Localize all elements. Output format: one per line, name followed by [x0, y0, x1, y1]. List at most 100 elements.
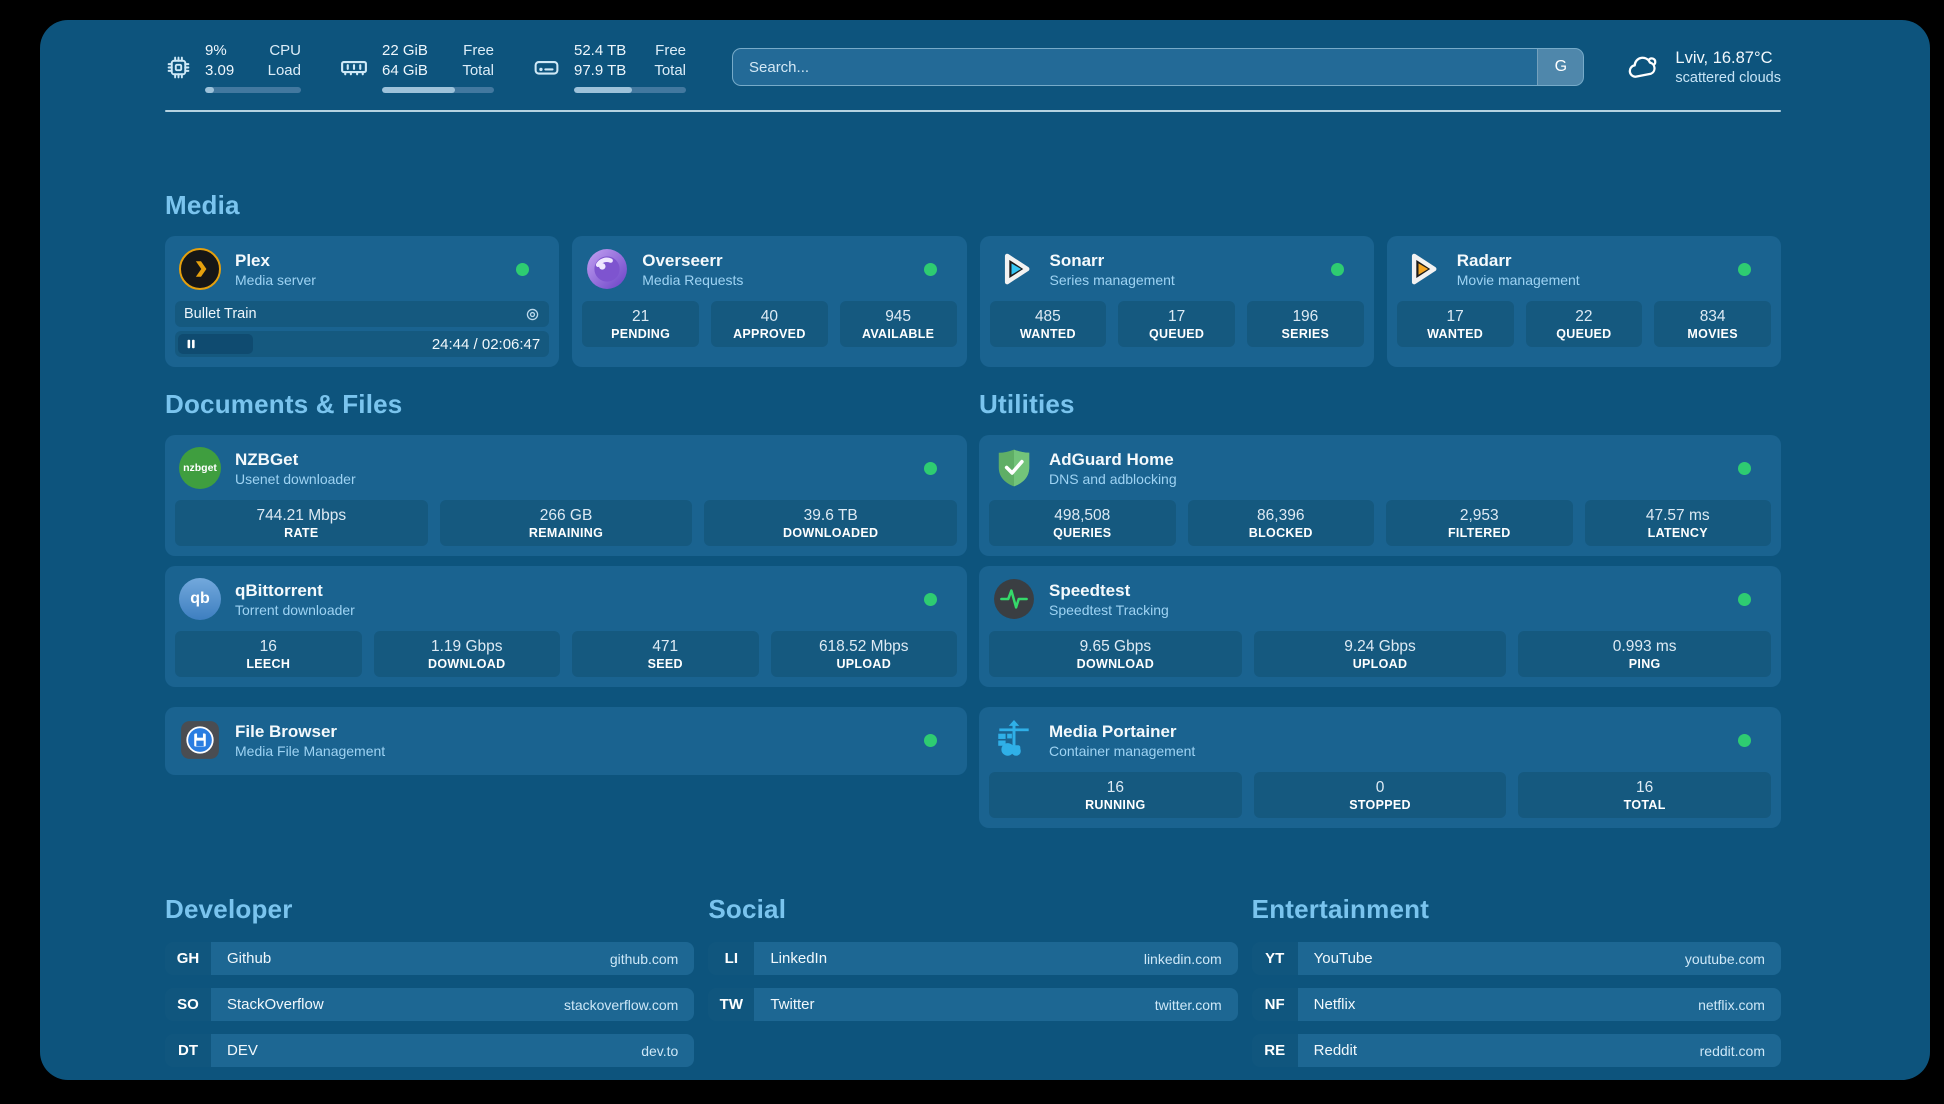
playback-progress-row[interactable]: 24:44 / 02:06:47	[175, 331, 549, 357]
stat-value: 2,953	[1460, 507, 1499, 525]
stat-value: 618.52 Mbps	[819, 638, 909, 656]
stat-tile: 0 STOPPED	[1254, 772, 1507, 818]
stat-tile: 618.52 Mbps UPLOAD	[771, 631, 958, 677]
bookmark-name: Reddit	[1314, 1042, 1357, 1059]
stat-value: 0	[1376, 779, 1385, 797]
stat-value: 196	[1292, 308, 1318, 326]
app-name: Radarr	[1457, 250, 1580, 271]
stat-tile: 17 WANTED	[1397, 301, 1514, 347]
stat-tile: 744.21 Mbps RATE	[175, 500, 428, 546]
cpu-load-value: 3.09	[205, 61, 234, 81]
stat-value: 266 GB	[540, 507, 593, 525]
bookmark-group-entertainment: Entertainment YT YouTube youtube.com NF …	[1252, 894, 1781, 1067]
bookmark-reddit[interactable]: RE Reddit reddit.com	[1252, 1034, 1781, 1067]
app-name: File Browser	[235, 721, 385, 742]
stat-value: 945	[885, 308, 911, 326]
stat-value: 21	[632, 308, 649, 326]
stat-value: 22	[1575, 308, 1592, 326]
stat-tile: 834 MOVIES	[1654, 301, 1771, 347]
bookmark-abbr: LI	[708, 942, 754, 975]
stat-tile: 485 WANTED	[990, 301, 1107, 347]
gear-icon[interactable]	[525, 307, 540, 322]
stat-label: QUEUED	[1556, 327, 1611, 341]
disk-progress-bar	[574, 87, 686, 93]
stat-label: RATE	[284, 526, 318, 540]
app-subtitle: Speedtest Tracking	[1049, 602, 1169, 618]
dashboard-page: 9% 3.09 CPU Load	[40, 20, 1930, 1080]
stat-value: 17	[1168, 308, 1185, 326]
app-subtitle: Media File Management	[235, 743, 385, 759]
bookmark-name: YouTube	[1314, 950, 1373, 967]
app-card-plex[interactable]: Plex Media server Bullet Train	[165, 236, 559, 367]
app-card-adguard[interactable]: AdGuard Home DNS and adblocking 498,508 …	[979, 435, 1781, 556]
stat-label: QUERIES	[1053, 526, 1111, 540]
pause-icon[interactable]	[185, 338, 197, 350]
cpu-label: CPU	[268, 41, 301, 61]
app-subtitle: Media server	[235, 272, 316, 288]
status-dot	[1738, 593, 1751, 606]
stat-label: BLOCKED	[1249, 526, 1313, 540]
app-name: Plex	[235, 250, 316, 271]
app-subtitle: Torrent downloader	[235, 602, 355, 618]
app-card-filebrowser[interactable]: File Browser Media File Management	[165, 707, 967, 775]
stat-value: 39.6 TB	[804, 507, 858, 525]
memory-progress-bar	[382, 87, 494, 93]
bookmark-name: DEV	[227, 1042, 258, 1059]
memory-free-label: Free	[462, 41, 494, 61]
stat-label: MOVIES	[1687, 327, 1737, 341]
stat-value: 16	[1636, 779, 1653, 797]
stat-tile: 47.57 ms LATENCY	[1585, 500, 1772, 546]
app-card-radarr[interactable]: Radarr Movie management 17 WANTED 22 QUE…	[1387, 236, 1781, 367]
section-title-utilities: Utilities	[979, 389, 1781, 420]
cloud-icon	[1626, 49, 1662, 85]
stat-value: 9.65 Gbps	[1080, 638, 1152, 656]
weather-widget: Lviv, 16.87°C scattered clouds	[1626, 49, 1781, 86]
stat-tile: 21 PENDING	[582, 301, 699, 347]
app-card-nzbget[interactable]: nzbget NZBGet Usenet downloader 744.21 M…	[165, 435, 967, 556]
bookmark-dev[interactable]: DT DEV dev.to	[165, 1034, 694, 1067]
bookmark-twitter[interactable]: TW Twitter twitter.com	[708, 988, 1237, 1021]
search-engine-button[interactable]: G	[1537, 49, 1583, 85]
stat-label: WANTED	[1020, 327, 1076, 341]
stat-tile: 16 TOTAL	[1518, 772, 1771, 818]
stat-tile: 22 QUEUED	[1526, 301, 1643, 347]
stat-label: UPLOAD	[836, 657, 891, 671]
app-subtitle: Movie management	[1457, 272, 1580, 288]
memory-total-value: 64 GiB	[382, 61, 428, 81]
app-subtitle: Usenet downloader	[235, 471, 356, 487]
app-card-sonarr[interactable]: Sonarr Series management 485 WANTED 17 Q…	[980, 236, 1374, 367]
utilities-column: Utilities	[979, 389, 1781, 828]
stat-tile: 16 RUNNING	[989, 772, 1242, 818]
bookmark-url: stackoverflow.com	[564, 997, 678, 1013]
cpu-usage-value: 9%	[205, 41, 234, 61]
bookmark-abbr: GH	[165, 942, 211, 975]
status-dot	[516, 263, 529, 276]
bookmark-url: dev.to	[641, 1043, 678, 1059]
app-card-overseerr[interactable]: Overseerr Media Requests 21 PENDING 40 A…	[572, 236, 966, 367]
weather-location-temp: Lviv, 16.87°C	[1675, 49, 1781, 68]
search-input[interactable]	[733, 49, 1537, 85]
stat-label: LEECH	[246, 657, 290, 671]
app-card-portainer[interactable]: Media Portainer Container management 16 …	[979, 707, 1781, 828]
bookmark-group-social: Social LI LinkedIn linkedin.com TW Twitt…	[708, 894, 1237, 1067]
portainer-crane-icon	[993, 719, 1035, 761]
stat-label: DOWNLOAD	[1077, 657, 1154, 671]
bookmark-linkedin[interactable]: LI LinkedIn linkedin.com	[708, 942, 1237, 975]
app-card-speedtest[interactable]: Speedtest Speedtest Tracking 9.65 Gbps D…	[979, 566, 1781, 687]
app-card-qbittorrent[interactable]: qb qBittorrent Torrent downloader 16 LEE…	[165, 566, 967, 687]
stat-value: 498,508	[1054, 507, 1110, 525]
app-subtitle: Media Requests	[642, 272, 743, 288]
stat-value: 16	[260, 638, 277, 656]
bookmark-stackoverflow[interactable]: SO StackOverflow stackoverflow.com	[165, 988, 694, 1021]
stat-tile: 266 GB REMAINING	[440, 500, 693, 546]
overseerr-icon	[586, 248, 628, 290]
bookmark-youtube[interactable]: YT YouTube youtube.com	[1252, 942, 1781, 975]
bookmark-github[interactable]: GH Github github.com	[165, 942, 694, 975]
bookmark-name: StackOverflow	[227, 996, 324, 1013]
app-subtitle: Container management	[1049, 743, 1195, 759]
bookmark-netflix[interactable]: NF Netflix netflix.com	[1252, 988, 1781, 1021]
now-playing-title: Bullet Train	[184, 306, 257, 322]
cpu-load-label: Load	[268, 61, 301, 81]
bookmark-url: youtube.com	[1685, 951, 1765, 967]
stat-label: WANTED	[1427, 327, 1483, 341]
